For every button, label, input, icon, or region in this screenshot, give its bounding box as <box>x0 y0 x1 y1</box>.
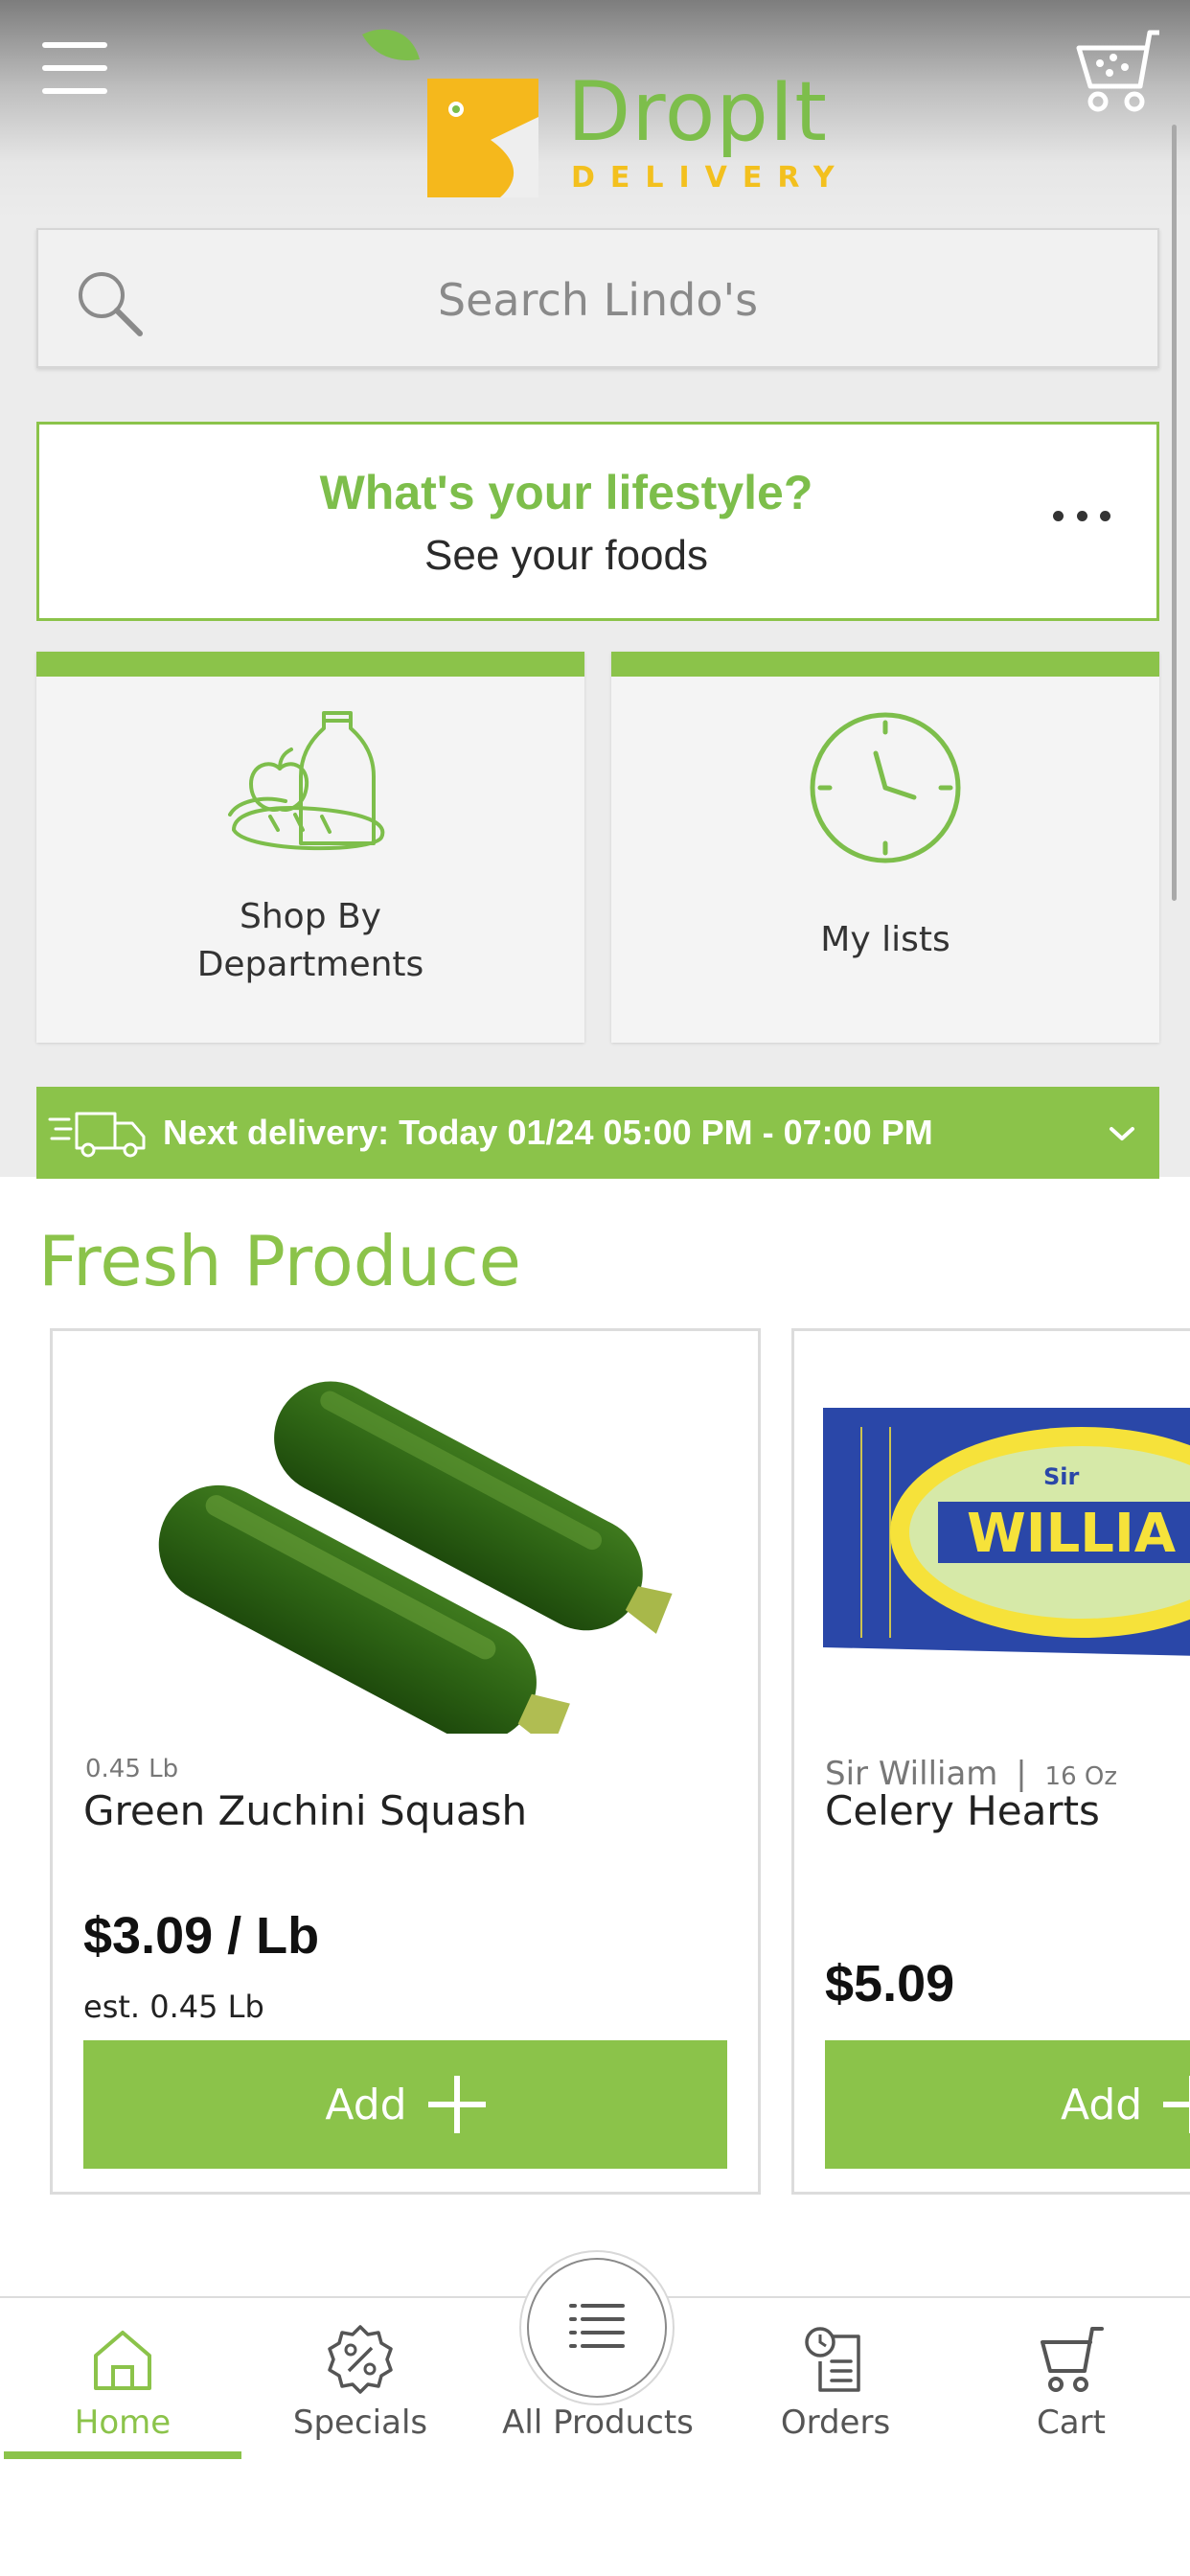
nav-home[interactable]: Home <box>4 2298 241 2461</box>
product-price: $3.09 / Lb <box>83 1907 320 1965</box>
svg-text:Sir: Sir <box>1043 1463 1080 1490</box>
all-products-button[interactable] <box>527 2258 667 2398</box>
clock-icon <box>810 712 961 863</box>
scrollbar[interactable] <box>1172 125 1177 901</box>
delivery-text: Next delivery: Today 01/24 05:00 PM - 07… <box>163 1113 933 1152</box>
groceries-icon <box>228 711 385 851</box>
nav-label: All Products <box>502 2404 694 2442</box>
chevron-down-icon[interactable] <box>1106 1117 1138 1150</box>
delivery-truck-icon <box>48 1112 146 1158</box>
nav-specials[interactable]: Specials <box>241 2298 479 2461</box>
header-area: DropIt DELIVERY Search Lindo's What's yo… <box>0 0 1190 1179</box>
hamburger-menu-icon[interactable] <box>42 42 107 94</box>
nav-label: Specials <box>292 2404 428 2442</box>
lifestyle-subtitle: See your foods <box>424 532 708 579</box>
logo-word: DropIt <box>567 64 828 160</box>
add-button-label: Add <box>325 2080 407 2129</box>
home-icon <box>94 2331 151 2390</box>
tile-label: My lists <box>820 920 950 959</box>
next-delivery-bar[interactable]: Next delivery: Today 01/24 05:00 PM - 07… <box>36 1087 1159 1179</box>
product-price: $5.09 <box>825 1955 955 2012</box>
product-card[interactable]: WILLIA Sir Sir William | 16 Oz Celery He… <box>791 1328 1190 2195</box>
product-estimate: est. 0.45 Lb <box>83 1989 264 2025</box>
tile-label: Shop By Departments <box>36 893 584 989</box>
dropit-logo: DropIt DELIVERY <box>356 25 835 207</box>
search-placeholder: Search Lindo's <box>437 274 759 326</box>
add-button-label: Add <box>1061 2080 1143 2129</box>
tile-label-line1: Shop By <box>240 897 381 936</box>
add-to-cart-button[interactable]: Add <box>83 2040 727 2169</box>
add-to-cart-button[interactable]: Add <box>825 2040 1190 2169</box>
logo-subtitle: DELIVERY <box>571 161 850 195</box>
nav-all-products[interactable]: All Products <box>479 2258 717 2461</box>
tile-shop-by-departments[interactable]: Shop By Departments <box>36 652 584 1043</box>
product-image-zucchini <box>158 1381 673 1734</box>
product-size: 0.45 Lb <box>85 1755 179 1783</box>
nav-orders[interactable]: Orders <box>717 2298 954 2461</box>
nav-label: Home <box>74 2404 172 2442</box>
lifestyle-title: What's your lifestyle? <box>319 466 813 519</box>
plus-icon <box>1163 2076 1190 2133</box>
nav-cart[interactable]: Cart <box>952 2298 1190 2461</box>
plus-icon <box>427 2076 486 2133</box>
svg-text:WILLIA: WILLIA <box>967 1503 1177 1565</box>
product-name: Celery Hearts <box>825 1787 1100 1834</box>
list-icon <box>569 2304 625 2348</box>
lifestyle-banner[interactable]: What's your lifestyle? See your foods <box>36 422 1159 621</box>
orders-clock-icon <box>805 2327 860 2392</box>
product-card[interactable]: 0.45 Lb Green Zuchini Squash $3.09 / Lb … <box>50 1328 761 2195</box>
bottom-navigation: Home Specials All Products Orders Cart <box>0 2258 1190 2461</box>
product-name: Green Zuchini Squash <box>83 1787 528 1834</box>
percent-badge-icon <box>328 2325 393 2394</box>
search-input[interactable]: Search Lindo's <box>36 228 1159 368</box>
nav-label: Orders <box>780 2404 891 2442</box>
more-horizontal-icon[interactable] <box>1053 501 1110 530</box>
tile-label-line2: Departments <box>196 945 424 984</box>
product-image-celery: WILLIA Sir <box>823 1408 1190 1656</box>
section-title-fresh-produce: Fresh Produce <box>38 1221 521 1301</box>
cart-icon <box>1041 2327 1104 2392</box>
shopping-cart-icon[interactable] <box>1065 27 1167 113</box>
tile-my-lists[interactable]: My lists <box>611 652 1159 1043</box>
logo-mark-icon <box>362 29 538 197</box>
nav-label: Cart <box>1037 2404 1106 2442</box>
active-tab-indicator <box>4 2451 241 2459</box>
